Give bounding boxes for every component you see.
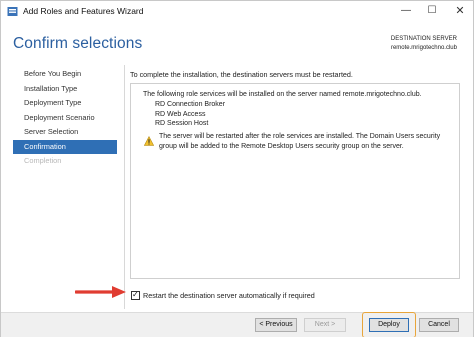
maximize-button[interactable]: ☐ [425,4,439,18]
close-button[interactable]: ✕ [453,4,467,18]
checkmark-icon: ✓ [132,290,139,299]
wizard-window: Add Roles and Features Wizard — ☐ ✕ Conf… [0,0,474,337]
previous-button[interactable]: < Previous [255,318,297,332]
nav-divider [124,65,125,309]
nav-item-server-selection[interactable]: Server Selection [13,125,117,140]
server-manager-icon [7,7,18,16]
panel-heading: The following role services will be inst… [143,91,422,98]
destination-server-name: remote.mrigotechno.club [390,45,457,51]
nav-item-before-you-begin[interactable]: Before You Begin [13,67,117,82]
restart-label[interactable]: Restart the destination server automatic… [143,291,315,300]
nav-item-completion: Completion [24,156,62,165]
nav-item-deployment-type[interactable]: Deployment Type [13,96,117,111]
red-arrow-annotation [75,286,126,298]
list-item: RD Web Access [155,110,206,118]
intro-text: To complete the installation, the destin… [130,70,353,79]
list-item: RD Session Host [155,120,209,127]
next-button[interactable]: Next > [304,318,346,332]
page-title: Confirm selections [13,35,143,52]
nav-item-deployment-scenario[interactable]: Deployment Scenario [13,111,117,126]
role-services-list: RD Connection Broker RD Web Access RD Se… [155,100,225,129]
confirmation-panel: The following role services will be inst… [130,83,460,279]
destination-label: DESTINATION SERVER [390,36,457,42]
warning-text: The server will be restarted after the r… [159,133,441,150]
nav-item-confirmation[interactable]: Confirmation [13,139,117,154]
restart-checkbox[interactable]: ✓ [131,290,140,300]
warning-triangle-icon [144,136,154,146]
deploy-button[interactable]: Deploy [369,318,409,332]
title-bar: Add Roles and Features Wizard — ☐ ✕ [1,1,473,23]
list-item: RD Connection Broker [155,101,226,108]
window-title: Add Roles and Features Wizard [23,6,144,16]
nav-item-installation-type[interactable]: Installation Type [13,82,117,97]
wizard-nav: Before You Begin Installation Type Deplo… [13,67,117,169]
cancel-button[interactable]: Cancel [419,318,459,332]
destination-server-block: DESTINATION SERVER remote.mrigotechno.cl… [391,35,457,53]
minimize-button[interactable]: — [399,4,413,18]
